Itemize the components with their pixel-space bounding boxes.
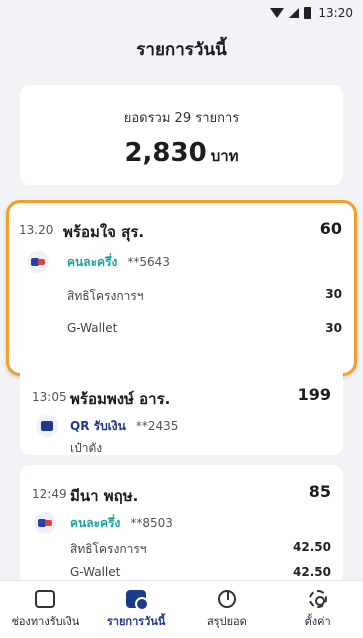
pie-chart-icon [217, 589, 236, 608]
transaction-time: 13:05 [32, 390, 67, 404]
transaction-card[interactable]: 12:49 มีนา พฤษ. 85 คนละครึ่ง **8503 สิทธิ… [20, 465, 343, 585]
half-half-icon [27, 251, 49, 273]
transaction-name: พร้อมพงษ์ อาร. [70, 390, 171, 408]
transaction-line-label: สิทธิโครงการฯ [70, 542, 147, 556]
gear-icon [308, 589, 327, 608]
list-icon [126, 589, 150, 611]
nav-label: รายการวันนี้ [106, 614, 166, 628]
transaction-line-amount: 42.50 [293, 565, 331, 579]
battery-icon [304, 7, 312, 19]
summary-label: ยอดรวม 29 รายการ [123, 111, 240, 126]
nav-settings[interactable]: ตั้งค่า [272, 581, 363, 638]
transaction-name: มีนา พฤษ. [70, 487, 139, 505]
nav-payment-channels[interactable]: ช่องทางรับเงิน [0, 581, 91, 638]
bottom-nav: ช่องทางรับเงิน รายการวันนี้ สรุปยอด ตั้ง… [0, 580, 363, 638]
transaction-line-label: สิทธิโครงการฯ [67, 289, 144, 303]
signal-icon [289, 8, 300, 18]
nav-label: ตั้งค่า [304, 614, 331, 628]
transaction-card-body[interactable]: 13:05 พร้อมพงษ์ อาร. 199 QR รับเงิน **243… [20, 345, 343, 455]
transaction-line-label: G-Wallet [70, 565, 121, 579]
summary-card: ยอดรวม 29 รายการ 2,830 บาท [20, 85, 343, 185]
transaction-amount: 85 [308, 482, 331, 501]
transaction-time: 12:49 [32, 487, 67, 501]
transaction-line-amount: 30 [325, 321, 342, 335]
wifi-icon [270, 8, 285, 18]
wallet-icon [35, 589, 56, 608]
transaction-line-amount: 30 [325, 287, 342, 301]
transaction-method: คนละครึ่ง **5643 [67, 255, 170, 269]
summary-amount: 2,830 บาท [20, 138, 343, 168]
summary-amount-unit: บาท [210, 147, 239, 165]
transaction-line-amount: 42.50 [293, 540, 331, 554]
nav-label: ช่องทางรับเงิน [11, 614, 80, 628]
nav-summary[interactable]: สรุปยอด [182, 581, 273, 638]
transaction-amount: 199 [297, 385, 331, 404]
half-half-icon [34, 512, 56, 534]
status-time: 13:20 [318, 6, 353, 20]
status-bar: 13:20 [0, 0, 363, 26]
page-title: รายการวันนี้ [136, 40, 227, 60]
transaction-amount: 60 [319, 219, 342, 238]
transaction-line-label: G-Wallet [67, 321, 118, 335]
nav-label: สรุปยอด [206, 614, 247, 628]
transaction-method: คนละครึ่ง **8503 [70, 516, 173, 530]
transaction-line-label: เป๋าตัง [70, 441, 103, 455]
transaction-name: พร้อมใจ สุร. [63, 223, 145, 241]
qr-payment-icon [36, 415, 58, 437]
transaction-method: QR รับเงิน **2435 [70, 419, 179, 433]
nav-today-transactions[interactable]: รายการวันนี้ [91, 581, 182, 638]
transaction-time: 13.20 [19, 223, 54, 237]
summary-amount-value: 2,830 [124, 138, 207, 168]
